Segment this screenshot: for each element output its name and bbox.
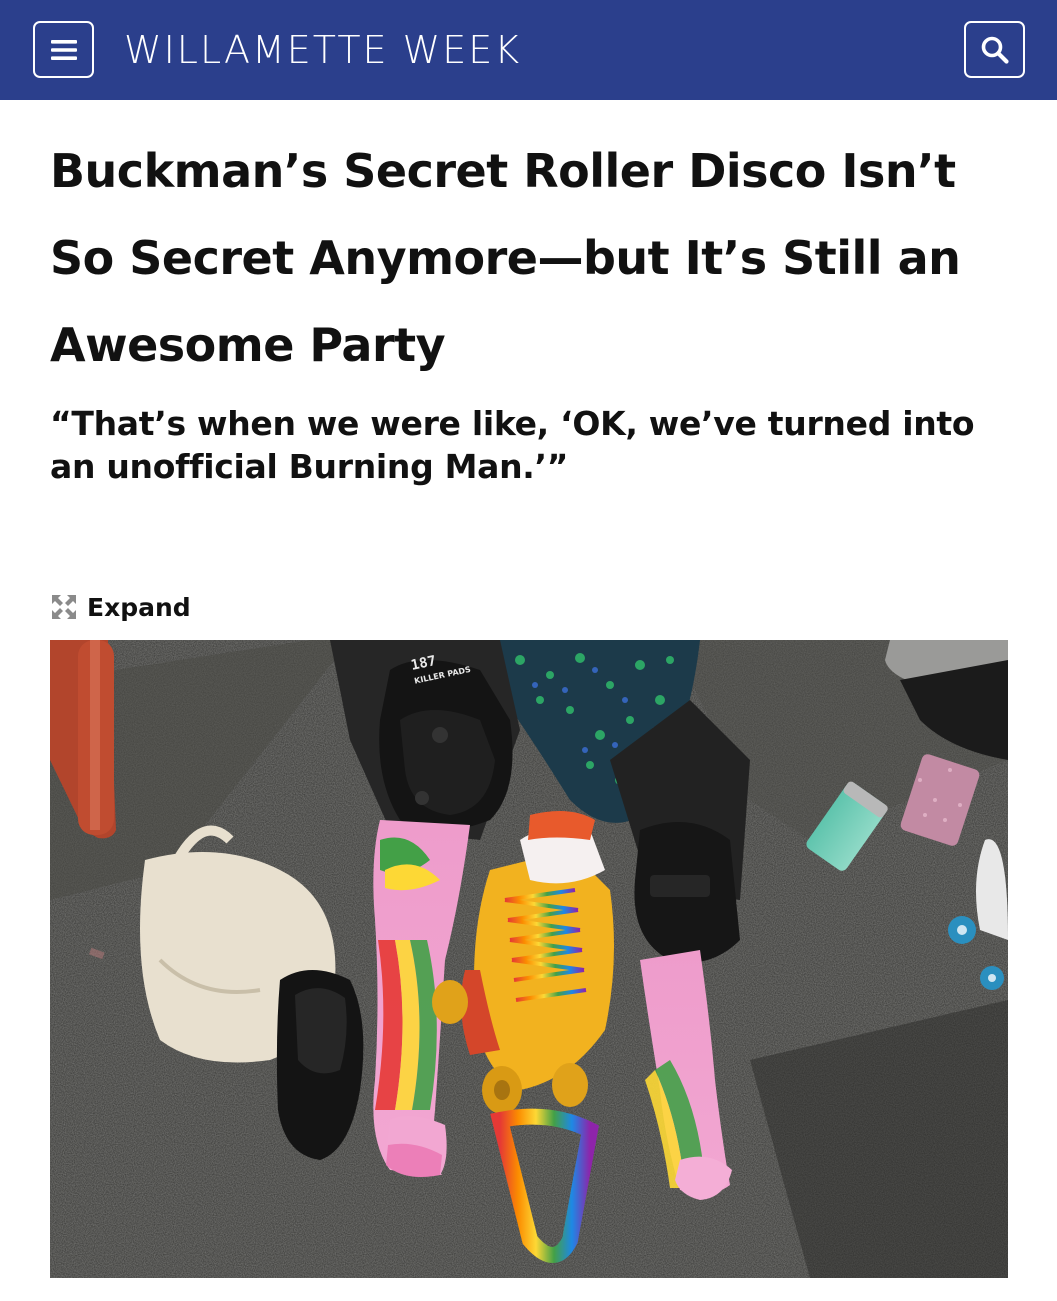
article-photo[interactable]: 187 KILLER PADS (50, 640, 1008, 1278)
expand-label: Expand (87, 592, 191, 622)
search-icon (981, 36, 1009, 64)
search-button[interactable] (964, 21, 1025, 78)
hamburger-menu-icon (50, 39, 77, 60)
site-logo[interactable]: WILLAMETTE WEEK (124, 26, 521, 74)
menu-button[interactable] (33, 21, 94, 78)
expand-image-button[interactable]: Expand (50, 590, 191, 624)
article-dek: “That’s when we were like, ‘OK, we’ve tu… (50, 404, 975, 486)
expand-arrows-icon (52, 595, 76, 619)
roller-skates-photo: 187 KILLER PADS (50, 640, 1008, 1278)
site-header: WILLAMETTE WEEK (0, 0, 1057, 100)
article-headline: Buckman’s Secret Roller Disco Isn’t So S… (50, 144, 961, 372)
